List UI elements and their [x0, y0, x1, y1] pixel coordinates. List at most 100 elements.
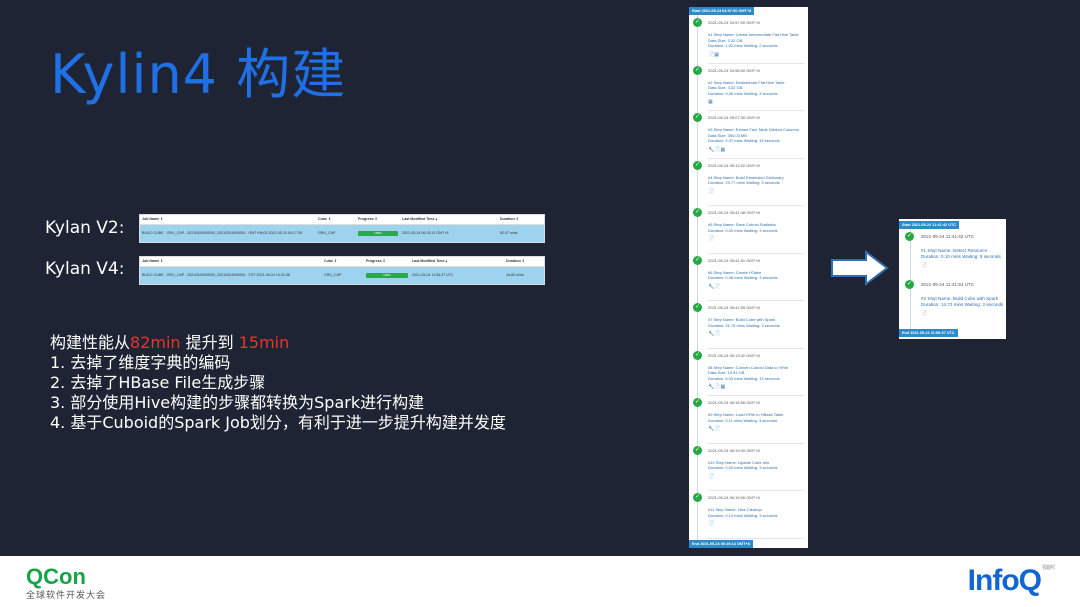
- v4-label: Kylan V4:: [45, 259, 125, 279]
- step-log-icons[interactable]: 📄: [921, 263, 927, 269]
- job-step[interactable]: ✓ 2021-05-24 06:18:56 GMT+8 #9 Step Name: …: [689, 398, 808, 446]
- qcon-logo: QCon 全球软件开发大会: [26, 564, 106, 602]
- step-log-icons[interactable]: 🔧📄▦: [708, 147, 725, 153]
- job-step[interactable]: ✓ 2021-05-24 05:41:51 GMT+8 #6 Step Name: …: [689, 255, 808, 304]
- summary-item: 4. 基于Cuboid的Spark Job划分，有利于进一步提升构建并发度: [50, 413, 506, 432]
- infoq-logo: InfoQ极客邦: [968, 564, 1055, 598]
- step-divider: [708, 490, 804, 491]
- col-modified[interactable]: Last Modified Time ▴: [400, 217, 498, 222]
- col-job-name[interactable]: Job Name ⇕: [140, 259, 322, 264]
- end-badge: End 2021-05-24 06:19:13 GMT+8: [689, 540, 753, 548]
- step-log-icons[interactable]: ▦: [708, 99, 713, 105]
- infoq-sup: 极客邦: [1041, 565, 1055, 571]
- step-log-icons[interactable]: 🔧📄: [708, 331, 720, 337]
- step-name: #1 Step Name: Create Intermediate Flat H…: [708, 32, 799, 37]
- step-divider: [708, 442, 804, 444]
- duration: 16.85 mins: [506, 273, 524, 278]
- qcon-mark: QCon: [26, 564, 86, 589]
- lead-from: 82min: [130, 333, 181, 352]
- col-cube[interactable]: Cube ⇕: [316, 217, 356, 222]
- step-log-icons[interactable]: 🔧📄▦: [708, 384, 725, 390]
- step-name: #4 Step Name: Build Dimension Dictionary: [708, 174, 784, 180]
- step-name: #1 Step Name: Detect Resource: [921, 248, 988, 253]
- step-duration: Duration: 0.10 mins Waiting: 3 seconds: [708, 512, 778, 518]
- step-log-icons[interactable]: 🔧📄: [708, 284, 720, 290]
- job-step[interactable]: ✓ 2021-05-24 04:58:00 GMT+8 #2 Step Name: …: [689, 65, 808, 114]
- progress-label: 100%: [383, 273, 391, 277]
- col-cube[interactable]: Cube ⇕: [322, 259, 364, 264]
- start-badge: Start 2021-05-24 11:41:42 UTC: [899, 221, 960, 229]
- step-log-icons[interactable]: 📄: [708, 521, 714, 527]
- check-icon: ✓: [905, 232, 914, 241]
- v4-job-steps-panel: Start 2021-05-24 11:41:42 UTC ✓ 2021-05-2…: [899, 219, 1006, 339]
- step-name: #2 Step Name: Build Cube with Spark: [921, 296, 999, 301]
- step-time: 2021-05-24 06:19:06 GMT+8: [708, 495, 760, 500]
- lead-to: 15min: [238, 333, 290, 352]
- check-icon: ✓: [693, 18, 702, 27]
- right-arrow-icon: [831, 250, 889, 286]
- step-time: 2021-05-24 05:41:55 GMT+8: [708, 305, 760, 310]
- col-duration[interactable]: Duration ⇕: [498, 217, 544, 222]
- progress-bar: 100%: [366, 273, 408, 278]
- step-name: #8 Step Name: Convert Cuboid Data to HFi…: [708, 364, 789, 370]
- job-step[interactable]: ✓ 2021-05-24 11:41:54 UTC #2 Step Name: Bu…: [899, 280, 1006, 328]
- check-icon: ✓: [693, 350, 702, 360]
- step-time: 2021-05-24 05:12:02 GMT+8: [708, 162, 760, 168]
- table-row[interactable]: BUILD CUBE - GRU_CAP - 20210524000000_20…: [140, 267, 544, 284]
- step-log-icons[interactable]: 📄: [708, 474, 714, 480]
- job-step[interactable]: ✓ 2021-05-24 04:57:00 GMT+8 #1 Step Name: …: [689, 18, 808, 66]
- cube-name: GRU_CAP: [318, 231, 336, 236]
- check-icon: ✓: [693, 208, 702, 217]
- step-data-size: Data Size: 15.81 GB: [708, 370, 745, 376]
- modified-time: 2021-05-24 06:15:13 GMT+8: [402, 231, 449, 236]
- step-duration: Duration: 5.03 mins Waiting: 13 seconds: [708, 375, 780, 381]
- check-icon: ✓: [693, 255, 702, 265]
- col-progress[interactable]: Progress ⇕: [364, 259, 410, 264]
- step-log-icons[interactable]: 📄▦: [708, 52, 719, 58]
- job-step[interactable]: ✓ 2021-05-24 06:19:06 GMT+8 #11 Step Name:…: [689, 493, 808, 541]
- job-name: BUILD CUBE - GRU_CAP - 20210524000000_20…: [142, 231, 302, 236]
- step-time: 2021-05-24 05:41:48 GMT+8: [708, 210, 760, 215]
- col-progress[interactable]: Progress ⇕: [356, 217, 400, 222]
- job-step[interactable]: ✓ 2021-05-24 05:12:02 GMT+8 #4 Step Name: …: [689, 160, 808, 209]
- table-row[interactable]: BUILD CUBE - GRU_CAP - 20210524000000_20…: [140, 225, 544, 242]
- step-time: 2021-05-24 05:41:51 GMT+8: [708, 257, 760, 263]
- v2-job-table: Job Name ⇕ Cube ⇕ Progress ⇕ Last Modifi…: [139, 214, 545, 243]
- job-step[interactable]: ✓ 2021-05-24 05:41:55 GMT+8 #7 Step Name: …: [689, 303, 808, 351]
- col-duration[interactable]: Duration ⇕: [504, 259, 544, 264]
- start-badge: Start 2021-05-24 04:57:00 GMT+8: [689, 7, 755, 15]
- step-log-icons[interactable]: 📄: [708, 236, 714, 242]
- step-divider: [708, 110, 804, 111]
- step-data-size: Data Size: 3.32 GB: [708, 37, 743, 43]
- col-job-name[interactable]: Job Name ⇕: [140, 217, 316, 222]
- step-duration: Duration: 4.37 mins Waiting: 15 seconds: [708, 138, 780, 144]
- modified-time: 2021-05-24 11:56:37 UTC: [412, 273, 454, 278]
- job-step[interactable]: ✓ 2021-05-24 11:41:42 UTC #1 Step Name: De…: [899, 232, 1006, 280]
- check-icon: ✓: [693, 65, 702, 75]
- step-duration: Duration: 14.73 mins Waiting: 3 seconds: [921, 302, 1004, 307]
- step-name: #5 Step Name: Save Cuboid Statistics: [708, 222, 776, 227]
- step-divider: [708, 300, 804, 301]
- step-log-icons[interactable]: 📄: [921, 311, 927, 317]
- col-modified[interactable]: Last Modified Time ▴: [410, 259, 504, 264]
- slide-title: Kylin4 构建: [50, 43, 347, 106]
- job-step[interactable]: ✓ 2021-05-24 06:19:00 GMT+8 #10 Step Name:…: [689, 445, 808, 494]
- step-divider: [708, 395, 804, 396]
- step-time: 2021-05-24 11:41:54 UTC: [921, 282, 975, 287]
- duration: 82.07 mins: [500, 231, 518, 236]
- check-icon: ✓: [693, 445, 702, 455]
- step-time: 2021-05-24 06:19:00 GMT+8: [708, 447, 760, 453]
- job-name: BUILD CUBE - GRU_CAP - 20210524000000_20…: [142, 273, 290, 278]
- summary-item: 2. 去掉了HBase File生成步骤: [50, 373, 266, 392]
- step-log-icons[interactable]: 🔧📄: [708, 426, 720, 432]
- job-step[interactable]: ✓ 2021-05-24 05:07:30 GMT+8 #3 Step Name: …: [689, 113, 808, 161]
- step-name: #10 Step Name: Update Cube Info: [708, 459, 770, 465]
- footer-bar: QCon 全球软件开发大会 InfoQ极客邦: [0, 556, 1080, 607]
- step-log-icons[interactable]: 📄: [708, 189, 714, 195]
- step-divider: [708, 157, 804, 159]
- step-duration: Duration: 1.02 mins Waiting: 2 seconds: [708, 43, 778, 49]
- progress-label: 100%: [374, 231, 382, 235]
- job-step[interactable]: ✓ 2021-05-24 06:13:42 GMT+8 #8 Step Name: …: [689, 350, 808, 399]
- job-step[interactable]: ✓ 2021-05-24 05:41:48 GMT+8 #5 Step Name: …: [689, 208, 808, 256]
- step-name: #9 Step Name: Load HFile to HBase Table: [708, 412, 784, 417]
